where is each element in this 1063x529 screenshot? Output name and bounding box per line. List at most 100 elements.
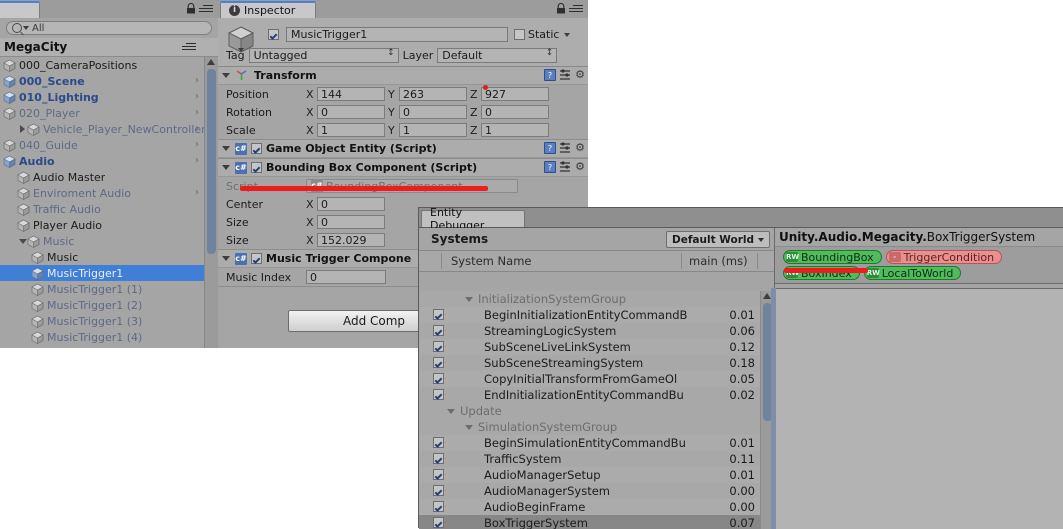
system-row[interactable]: EndInitializationEntityCommandBu 0.02 xyxy=(419,387,760,403)
field-x[interactable]: 0 xyxy=(317,197,385,211)
lock-icon[interactable] xyxy=(556,3,566,14)
hierarchy-item-music[interactable]: Music xyxy=(0,249,205,265)
system-row[interactable]: SubSceneStreamingSystem 0.18 xyxy=(419,355,760,371)
chevron-right-icon[interactable]: › xyxy=(195,91,199,102)
system-enabled-checkbox[interactable] xyxy=(433,453,444,464)
system-row[interactable]: CopyInitialTransformFromGameOl 0.05 xyxy=(419,371,760,387)
hierarchy-item-040-guide[interactable]: 040_Guide › xyxy=(0,137,205,153)
tab-entity-debugger[interactable]: Entity Debugger xyxy=(421,206,525,232)
field-x[interactable]: 1 xyxy=(317,123,385,137)
scroll-up-icon[interactable] xyxy=(207,59,215,65)
system-row[interactable]: AudioBeginFrame 0.00 xyxy=(419,499,760,515)
system-row[interactable]: StreamingLogicSystem 0.06 xyxy=(419,323,760,339)
hierarchy-menu-icon[interactable] xyxy=(199,5,213,14)
hierarchy-item-010-lighting[interactable]: 010_Lighting › xyxy=(0,89,205,105)
foldout-icon[interactable] xyxy=(465,424,473,430)
field-y[interactable]: 263 xyxy=(399,87,467,101)
field-x[interactable]: 0 xyxy=(317,105,385,119)
system-row[interactable]: AudioManagerSystem 0.00 xyxy=(419,483,760,499)
foldout-icon[interactable] xyxy=(222,146,230,151)
system-enabled-checkbox[interactable] xyxy=(433,341,444,352)
hierarchy-item-music[interactable]: Music xyxy=(0,233,205,249)
field-z[interactable]: 0 xyxy=(481,105,549,119)
system-enabled-checkbox[interactable] xyxy=(433,517,444,528)
lock-icon[interactable] xyxy=(186,3,196,14)
system-enabled-checkbox[interactable] xyxy=(433,309,444,320)
detail-scrollbar[interactable] xyxy=(771,288,776,529)
game-object-entity-header[interactable]: c# Game Object Entity (Script) ? ⚙ xyxy=(218,140,588,158)
layer-dropdown[interactable]: Default ↕ xyxy=(437,48,558,63)
foldout-icon[interactable] xyxy=(17,236,27,246)
help-icon[interactable]: ? xyxy=(544,142,556,154)
system-enabled-checkbox[interactable] xyxy=(433,501,444,512)
system-enabled-checkbox[interactable] xyxy=(433,485,444,496)
hierarchy-item-vehicle-player-newcontroller[interactable]: Vehicle_Player_NewController › xyxy=(0,121,205,137)
search-filter-caret-icon[interactable] xyxy=(23,26,29,30)
hierarchy-item-musictrigger1-2[interactable]: MusicTrigger1 (2) xyxy=(0,297,205,313)
hierarchy-item-musictrigger1-4[interactable]: MusicTrigger1 (4) xyxy=(0,329,205,345)
system-row[interactable]: TrafficSystem 0.11 xyxy=(419,451,760,467)
chevron-right-icon[interactable]: › xyxy=(195,139,199,150)
system-row[interactable]: SubSceneLiveLinkSystem 0.12 xyxy=(419,339,760,355)
system-group-update[interactable]: Update xyxy=(419,403,760,419)
bounding-box-enabled-checkbox[interactable] xyxy=(251,162,262,173)
hierarchy-item-musictrigger1-3[interactable]: MusicTrigger1 (3) xyxy=(0,313,205,329)
preset-icon[interactable] xyxy=(559,142,571,154)
system-enabled-checkbox[interactable] xyxy=(433,437,444,448)
music-index-field[interactable]: 0 xyxy=(306,270,386,284)
hierarchy-item-020-player[interactable]: 020_Player › xyxy=(0,105,205,121)
scene-row[interactable]: MegaCity xyxy=(0,38,218,57)
preset-icon[interactable] xyxy=(559,69,571,81)
help-icon[interactable]: ? xyxy=(544,161,556,173)
system-enabled-checkbox[interactable] xyxy=(433,469,444,480)
foldout-icon[interactable] xyxy=(447,408,455,414)
foldout-icon[interactable] xyxy=(17,124,27,134)
system-enabled-checkbox[interactable] xyxy=(433,389,444,400)
static-checkbox[interactable] xyxy=(514,29,525,40)
chevron-right-icon[interactable]: › xyxy=(195,107,199,118)
component-tag-boundingbox[interactable]: RW BoundingBox xyxy=(783,250,882,264)
system-enabled-checkbox[interactable] xyxy=(433,325,444,336)
hierarchy-item-player-audio[interactable]: Player Audio xyxy=(0,217,205,233)
hierarchy-item-000-camerapositions[interactable]: 000_CameraPositions xyxy=(0,57,205,73)
tab-hierarchy[interactable]: chy xyxy=(0,1,40,18)
hierarchy-item-000-scene[interactable]: 000_Scene › xyxy=(0,73,205,89)
hierarchy-item-audio-master[interactable]: Audio Master xyxy=(0,169,205,185)
component-tag-triggercondition[interactable]: - TriggerCondition xyxy=(885,250,1003,264)
tab-inspector[interactable]: i Inspector xyxy=(220,1,316,18)
tag-dropdown[interactable]: Untagged ↕ xyxy=(248,48,399,63)
field-y[interactable]: 0 xyxy=(399,105,467,119)
hierarchy-item-musictrigger1-1[interactable]: MusicTrigger1 (1) xyxy=(0,281,205,297)
hierarchy-scroll-thumb[interactable] xyxy=(207,69,216,254)
bounding-box-header[interactable]: c# Bounding Box Component (Script) ? ⚙ xyxy=(218,159,588,177)
field-x[interactable]: 0 xyxy=(317,215,385,229)
system-row[interactable]: BoxTriggerSystem 0.07 xyxy=(419,515,760,529)
system-group-simulationsystemgroup[interactable]: SimulationSystemGroup xyxy=(419,419,760,435)
static-toggle[interactable]: Static xyxy=(514,28,571,41)
help-icon[interactable]: ? xyxy=(544,69,556,81)
chevron-right-icon[interactable]: › xyxy=(195,187,199,198)
field-x[interactable]: 144 xyxy=(317,87,385,101)
foldout-icon[interactable] xyxy=(222,256,230,261)
system-row[interactable]: BeginSimulationEntityCommandBu 0.01 xyxy=(419,435,760,451)
gear-icon[interactable]: ⚙ xyxy=(574,142,586,154)
hierarchy-scrollbar[interactable] xyxy=(204,57,218,348)
component-tag-localtoworld[interactable]: RW LocalToWorld xyxy=(863,266,962,280)
system-enabled-checkbox[interactable] xyxy=(433,357,444,368)
hierarchy-list[interactable]: 000_CameraPositions 000_Scene › 010_Light… xyxy=(0,57,205,348)
search-input[interactable]: All xyxy=(6,21,212,35)
scroll-up-icon[interactable] xyxy=(763,293,771,299)
column-main-ms[interactable]: main (ms) xyxy=(689,254,748,268)
system-enabled-checkbox[interactable] xyxy=(433,373,444,384)
field-z[interactable]: 927 xyxy=(481,87,549,101)
system-row[interactable]: AudioManagerSetup 0.01 xyxy=(419,467,760,483)
system-row[interactable]: BeginInitializationEntityCommandB 0.01 xyxy=(419,307,760,323)
foldout-icon[interactable] xyxy=(222,73,230,78)
transform-header[interactable]: Transform ? ⚙ xyxy=(218,67,588,85)
foldout-icon[interactable] xyxy=(465,296,473,302)
gameobject-enabled-checkbox[interactable] xyxy=(268,29,279,40)
chevron-right-icon[interactable]: › xyxy=(195,155,199,166)
static-dropdown-caret-icon[interactable] xyxy=(564,32,571,37)
preset-icon[interactable] xyxy=(559,161,571,173)
hierarchy-item-enviroment-audio[interactable]: Enviroment Audio › xyxy=(0,185,205,201)
